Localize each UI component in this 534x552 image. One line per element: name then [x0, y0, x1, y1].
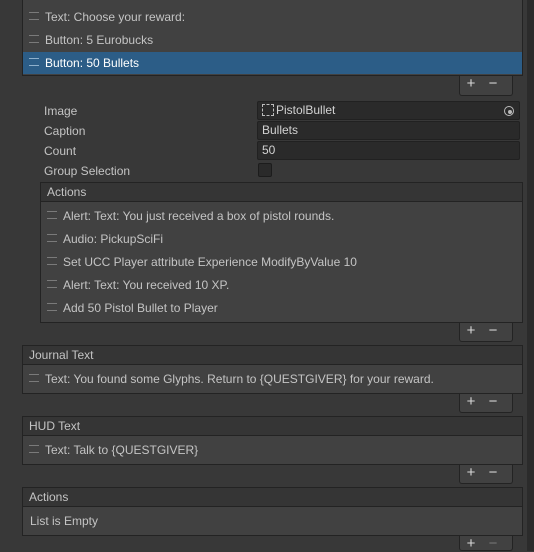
drag-handle-icon[interactable]	[47, 210, 57, 219]
list-item-label: Alert: Text: You just received a box of …	[63, 209, 335, 223]
list-item[interactable]: Alert: Text: You received 10 XP.	[41, 274, 522, 296]
actions-list-footer: + −	[459, 323, 513, 342]
group-selection-label: Group Selection	[44, 164, 131, 178]
list-item[interactable]: Text: Talk to {QUESTGIVER}	[23, 439, 522, 461]
journal-text-title: Journal Text	[29, 348, 94, 362]
actions-empty-list: List is Empty	[22, 506, 523, 536]
actions-title: Actions	[47, 185, 87, 199]
remove-button[interactable]: −	[482, 465, 504, 481]
empty-label: List is Empty	[30, 514, 99, 528]
empty-list-text: List is Empty	[23, 510, 522, 532]
hud-list-footer: + −	[459, 465, 513, 484]
add-button[interactable]: +	[460, 536, 482, 552]
drag-handle-icon[interactable]	[29, 11, 39, 20]
group-selection-checkbox[interactable]	[258, 163, 272, 177]
image-object-field[interactable]: PistolBullet	[257, 101, 520, 120]
caption-label: Caption	[44, 124, 86, 138]
list-item[interactable]: Text: You found some Glyphs. Return to {…	[23, 368, 522, 390]
remove-button[interactable]: −	[482, 394, 504, 410]
actions-header[interactable]: Actions	[22, 487, 523, 507]
list-item-label: Button: 5 Eurobucks	[45, 33, 154, 47]
actions-header[interactable]: Actions	[40, 182, 523, 202]
journal-text-header[interactable]: Journal Text	[22, 345, 523, 365]
list-item-label: Text: You found some Glyphs. Return to {…	[45, 372, 434, 386]
image-value: PistolBullet	[276, 103, 336, 117]
remove-button[interactable]: −	[482, 536, 504, 552]
actions-title: Actions	[29, 490, 69, 504]
list-item-selected[interactable]: Button: 50 Bullets	[23, 52, 522, 74]
drag-handle-icon[interactable]	[47, 302, 57, 311]
count-field[interactable]: 50	[257, 141, 520, 160]
drag-handle-icon[interactable]	[47, 233, 57, 242]
journal-list-footer: + −	[459, 394, 513, 413]
actions-empty-footer: + −	[459, 536, 513, 552]
drag-handle-icon[interactable]	[29, 34, 39, 43]
actions-list: Alert: Text: You just received a box of …	[40, 201, 523, 323]
list-item-label: Text: Talk to {QUESTGIVER}	[45, 443, 199, 457]
object-icon	[262, 103, 274, 116]
drag-handle-icon[interactable]	[29, 57, 39, 66]
list-item-label: Text: Choose your reward:	[45, 10, 186, 24]
scrollbar[interactable]	[527, 0, 534, 551]
add-button[interactable]: +	[460, 323, 482, 339]
top-list: Text: Choose your reward: Button: 5 Euro…	[22, 0, 523, 76]
add-button[interactable]: +	[460, 465, 482, 481]
image-label: Image	[44, 104, 78, 118]
list-item-label: Set UCC Player attribute Experience Modi…	[63, 255, 357, 269]
top-list-footer: + −	[459, 76, 513, 96]
list-item-label: Add 50 Pistol Bullet to Player	[63, 301, 218, 315]
drag-handle-icon[interactable]	[47, 279, 57, 288]
list-item[interactable]: Set UCC Player attribute Experience Modi…	[41, 251, 522, 273]
journal-text-list: Text: You found some Glyphs. Return to {…	[22, 364, 523, 394]
drag-handle-icon[interactable]	[47, 256, 57, 265]
list-item[interactable]: Button: 5 Eurobucks	[23, 29, 522, 51]
hud-text-title: HUD Text	[29, 419, 81, 433]
list-item-label: Audio: PickupSciFi	[63, 232, 164, 246]
caption-field[interactable]: Bullets	[257, 121, 520, 140]
list-item[interactable]: Alert: Text: You just received a box of …	[41, 205, 522, 227]
drag-handle-icon[interactable]	[29, 373, 39, 382]
hud-text-header[interactable]: HUD Text	[22, 416, 523, 436]
count-label: Count	[44, 144, 77, 158]
list-item[interactable]: Text: Choose your reward:	[23, 6, 522, 28]
list-item[interactable]: Add 50 Pistol Bullet to Player	[41, 297, 522, 319]
drag-handle-icon[interactable]	[29, 444, 39, 453]
list-item-label: Alert: Text: You received 10 XP.	[63, 278, 230, 292]
list-item-label: Button: 50 Bullets	[45, 56, 140, 70]
object-picker-icon[interactable]	[504, 106, 514, 116]
hud-text-list: Text: Talk to {QUESTGIVER}	[22, 435, 523, 465]
add-button[interactable]: +	[460, 76, 482, 92]
list-item[interactable]: Audio: PickupSciFi	[41, 228, 522, 250]
remove-button[interactable]: −	[482, 76, 504, 92]
remove-button[interactable]: −	[482, 323, 504, 339]
add-button[interactable]: +	[460, 394, 482, 410]
